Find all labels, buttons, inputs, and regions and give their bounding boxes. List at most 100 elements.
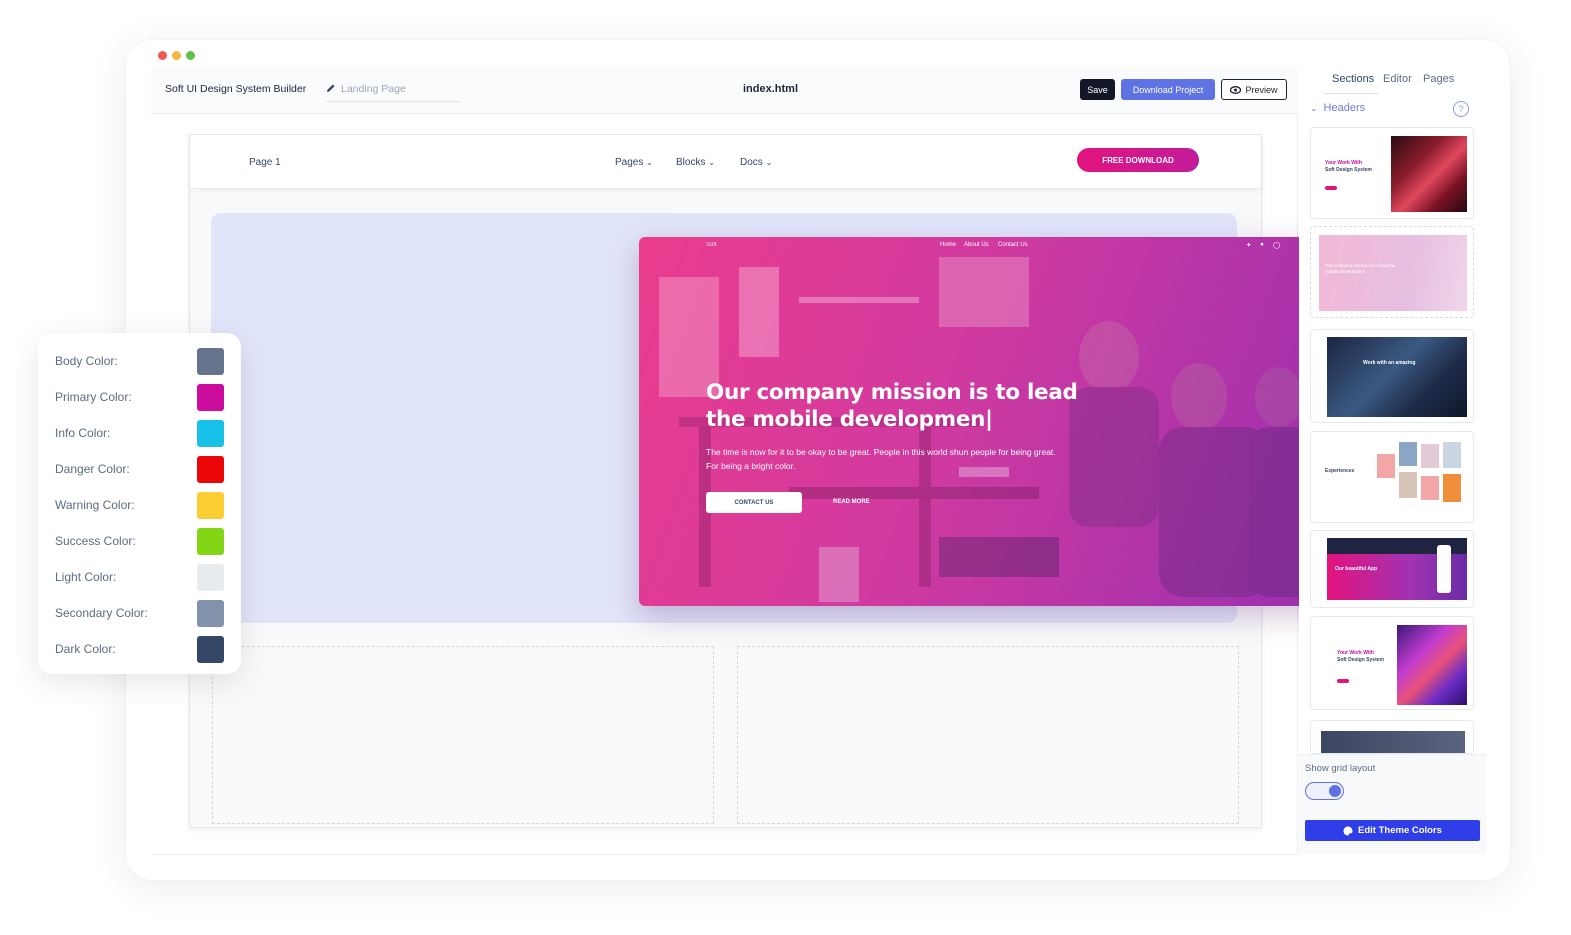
headers-title: Headers	[1323, 102, 1366, 114]
tab-pages[interactable]: Pages	[1423, 73, 1454, 85]
hero-nav-contact[interactable]: Contact Us	[998, 242, 1028, 248]
success-color-label: Success Color:	[55, 534, 136, 548]
danger-color-label: Danger Color:	[55, 462, 130, 476]
thumb-2-line2: mobile development	[1325, 269, 1366, 274]
thumb-4-photo-2	[1399, 442, 1417, 466]
thumb-4-photo-6	[1421, 476, 1439, 500]
warning-color-label: Warning Color:	[55, 498, 135, 512]
chevron-down-icon: ⌄	[765, 158, 773, 167]
free-download-button[interactable]: FREE DOWNLOAD	[1077, 148, 1199, 172]
hero-contact-button[interactable]: CONTACT US	[706, 492, 802, 513]
show-grid-label: Show grid layout	[1305, 763, 1376, 774]
secondary-color-label: Secondary Color:	[55, 606, 148, 620]
empty-column-right-top	[737, 646, 1239, 647]
empty-column-left-top	[212, 646, 714, 647]
thumb-1-button	[1325, 186, 1337, 190]
hero-subtitle: The time is now for it to be okay to be …	[706, 447, 1056, 471]
header-thumb-5[interactable]: Our beautiful App	[1310, 530, 1474, 608]
thumb-2-line1: Our company mission is to lead the	[1325, 263, 1396, 268]
file-name: index.html	[743, 83, 799, 95]
dark-color-label: Dark Color:	[55, 642, 116, 656]
tab-sections[interactable]: Sections	[1332, 73, 1374, 85]
canvas-nav-docs-label: Docs	[740, 157, 763, 168]
page-name-value: Landing Page	[341, 83, 406, 95]
help-icon[interactable]: ?	[1453, 101, 1469, 117]
thumb-4-photo-1	[1377, 454, 1395, 478]
canvas-page-label[interactable]: Page 1	[249, 157, 281, 168]
thumb-4-photo-7	[1443, 474, 1461, 502]
minimize-window-dot[interactable]	[172, 51, 181, 60]
hero-read-more-link[interactable]: READ MORE	[833, 499, 870, 505]
edit-theme-colors-label: Edit Theme Colors	[1358, 825, 1442, 836]
header-thumb-4[interactable]: Experiences	[1310, 431, 1474, 523]
light-color-swatch[interactable]	[197, 564, 224, 591]
hero-title: Our company mission is to lead the mobil…	[706, 380, 1078, 432]
thumb-1-image	[1391, 136, 1467, 212]
close-window-dot[interactable]	[158, 51, 167, 60]
header-thumb-6[interactable]: Your Work With Soft Design System	[1310, 616, 1474, 710]
hero-brand: Soft	[706, 242, 717, 248]
thumb-7-image	[1321, 731, 1465, 753]
danger-color-swatch[interactable]	[197, 456, 224, 483]
edit-theme-colors-button[interactable]: Edit Theme Colors	[1305, 820, 1480, 841]
preview-button[interactable]: Preview	[1221, 79, 1287, 100]
eye-icon	[1230, 85, 1242, 94]
primary-color-swatch[interactable]	[197, 384, 224, 411]
thumb-5-line1: Our beautiful App	[1335, 566, 1378, 572]
dark-color-swatch[interactable]	[197, 636, 224, 663]
thumb-6-button	[1337, 679, 1349, 683]
page-name-field[interactable]: Landing Page	[326, 83, 460, 102]
body-color-swatch[interactable]	[197, 348, 224, 375]
success-color-swatch[interactable]	[197, 528, 224, 555]
window-controls	[158, 51, 195, 60]
thumb-4-photo-3	[1421, 444, 1439, 468]
app-title: Soft UI Design System Builder	[165, 83, 307, 95]
chevron-down-icon: ⌄	[708, 158, 715, 167]
body-color-label: Body Color:	[55, 354, 118, 368]
header-thumb-7[interactable]	[1310, 720, 1474, 754]
header-thumb-1[interactable]: Your Work With Soft Design System	[1310, 127, 1474, 219]
pencil-icon	[327, 84, 335, 92]
download-project-button[interactable]: Download Project	[1121, 79, 1215, 100]
preview-label: Preview	[1245, 84, 1278, 95]
active-tab-indicator	[1324, 93, 1378, 94]
thumb-1-line1: Your Work With	[1325, 160, 1362, 166]
thumb-3-image	[1327, 337, 1467, 417]
primary-color-label: Primary Color:	[55, 390, 132, 404]
info-color-label: Info Color:	[55, 426, 111, 440]
thumb-4-line1: Experiences	[1325, 468, 1355, 474]
instagram-icon[interactable]: ◯	[1273, 241, 1280, 249]
palette-icon	[1343, 826, 1353, 835]
canvas-nav-pages-label: Pages	[615, 157, 644, 168]
facebook-icon[interactable]: ●	[1260, 241, 1264, 248]
thumb-4-photo-5	[1399, 472, 1417, 498]
hero-nav-home[interactable]: Home	[940, 242, 956, 248]
canvas-nav-pages[interactable]: Pages ⌄	[615, 157, 653, 168]
canvas-nav-blocks-label: Blocks	[676, 157, 706, 168]
secondary-color-swatch[interactable]	[197, 600, 224, 627]
canvas-nav-docs[interactable]: Docs ⌄	[740, 157, 772, 168]
thumb-3-line1: Work with an amazing	[1363, 360, 1416, 366]
warning-color-swatch[interactable]	[197, 492, 224, 519]
thumb-1-line2: Soft Design System	[1325, 167, 1372, 173]
tab-editor[interactable]: Editor	[1383, 73, 1412, 85]
hero-nav-about[interactable]: About Us	[964, 242, 989, 248]
info-color-swatch[interactable]	[197, 420, 224, 447]
light-color-label: Light Color:	[55, 570, 117, 584]
toggle-knob	[1329, 785, 1341, 797]
chevron-down-icon: ⌄	[646, 158, 653, 167]
empty-column-left[interactable]	[212, 646, 714, 824]
thumb-5-phone	[1437, 545, 1451, 593]
headers-section-toggle[interactable]: ⌄ Headers	[1310, 102, 1365, 114]
canvas-nav-blocks[interactable]: Blocks ⌄	[676, 157, 715, 168]
header-thumb-2[interactable]: Our company mission is to lead the mobil…	[1310, 226, 1474, 318]
save-button[interactable]: Save	[1080, 79, 1115, 100]
thumb-6-line1: Your Work With	[1337, 650, 1374, 656]
thumb-6-line2: Soft Design System	[1337, 657, 1384, 663]
header-thumb-3[interactable]: Work with an amazing	[1310, 329, 1474, 423]
maximize-window-dot[interactable]	[186, 51, 195, 60]
thumb-4-photo-4	[1443, 442, 1461, 468]
empty-column-right[interactable]	[737, 646, 1239, 824]
chevron-down-icon: ⌄	[1310, 102, 1318, 113]
twitter-icon[interactable]: ✦	[1246, 241, 1251, 249]
